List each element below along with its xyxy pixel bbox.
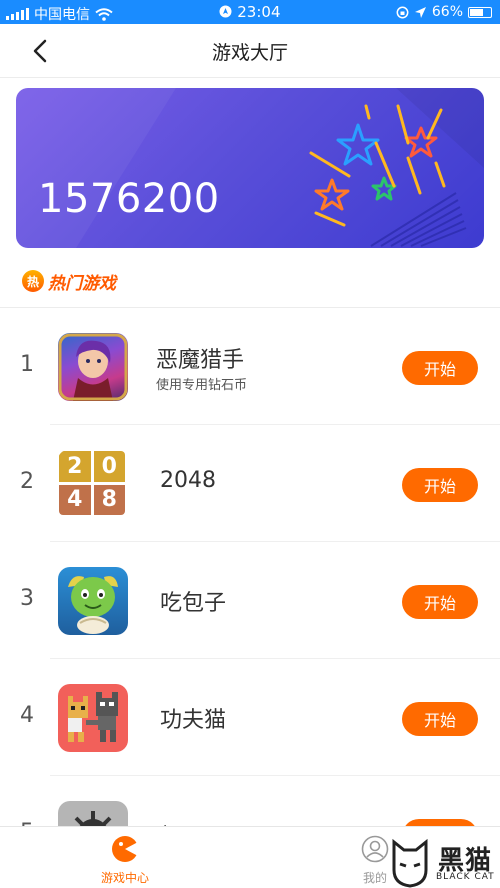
status-right: 66%	[396, 4, 492, 20]
start-button[interactable]: 开始	[402, 702, 478, 736]
gamepad-icon	[112, 836, 138, 862]
rank-number: 2	[20, 469, 34, 494]
kungfu-cat-icon	[58, 684, 128, 752]
tile: 0	[93, 451, 125, 482]
rank-number: 1	[20, 352, 34, 377]
fire-icon: 热	[22, 270, 44, 292]
location-lock-icon	[219, 5, 232, 18]
game-row[interactable]: 3 吃包子 开始	[0, 542, 500, 659]
game-name: 恶魔猎手	[156, 348, 245, 373]
start-button[interactable]: 开始	[402, 351, 478, 385]
status-bar: 中国电信 23:04 66%	[0, 0, 500, 24]
eat-buns-icon	[58, 567, 128, 635]
demon-hunter-icon	[58, 333, 128, 401]
game-row[interactable]: 2 2 0 4 8 2048 开始	[0, 425, 500, 542]
nav-bar: 游戏大厅	[0, 24, 500, 78]
battery-label: 66%	[431, 4, 463, 20]
game-name: 2048	[160, 468, 216, 493]
start-button[interactable]: 开始	[402, 468, 478, 502]
game-row[interactable]: 4 功夫猫 开始	[0, 659, 500, 776]
orientation-lock-icon	[396, 6, 409, 18]
location-arrow-icon	[414, 6, 426, 18]
game-row[interactable]: 1 恶魔猎手 使用专用钻石币 开始	[0, 308, 500, 425]
section-title: 热门游戏	[48, 273, 116, 294]
hot-games-header: 热 热门游戏	[22, 266, 116, 296]
game-subtitle: 使用专用钻石币	[156, 378, 248, 393]
tile: 8	[93, 484, 125, 515]
tab-label: 游戏中心	[100, 871, 149, 885]
2048-icon: 2 0 4 8	[58, 450, 128, 518]
clock-label: 23:04	[237, 3, 281, 21]
game-name: 功夫猫	[160, 708, 227, 733]
tile: 4	[59, 484, 91, 515]
stars-decoration	[16, 88, 484, 248]
watermark-subtext: BLACK CAT	[436, 872, 495, 882]
balance-value: 1576200	[38, 176, 220, 222]
user-icon	[361, 835, 389, 863]
start-button[interactable]: 开始	[402, 585, 478, 619]
rank-number: 3	[20, 586, 34, 611]
rank-number: 4	[20, 703, 34, 728]
page-title: 游戏大厅	[211, 42, 288, 64]
game-name: 吃包子	[160, 591, 227, 616]
battery-icon	[468, 6, 492, 18]
balance-banner: 1576200	[16, 88, 484, 248]
tab-game-center[interactable]: 游戏中心	[80, 835, 170, 886]
tile: 2	[59, 451, 91, 482]
